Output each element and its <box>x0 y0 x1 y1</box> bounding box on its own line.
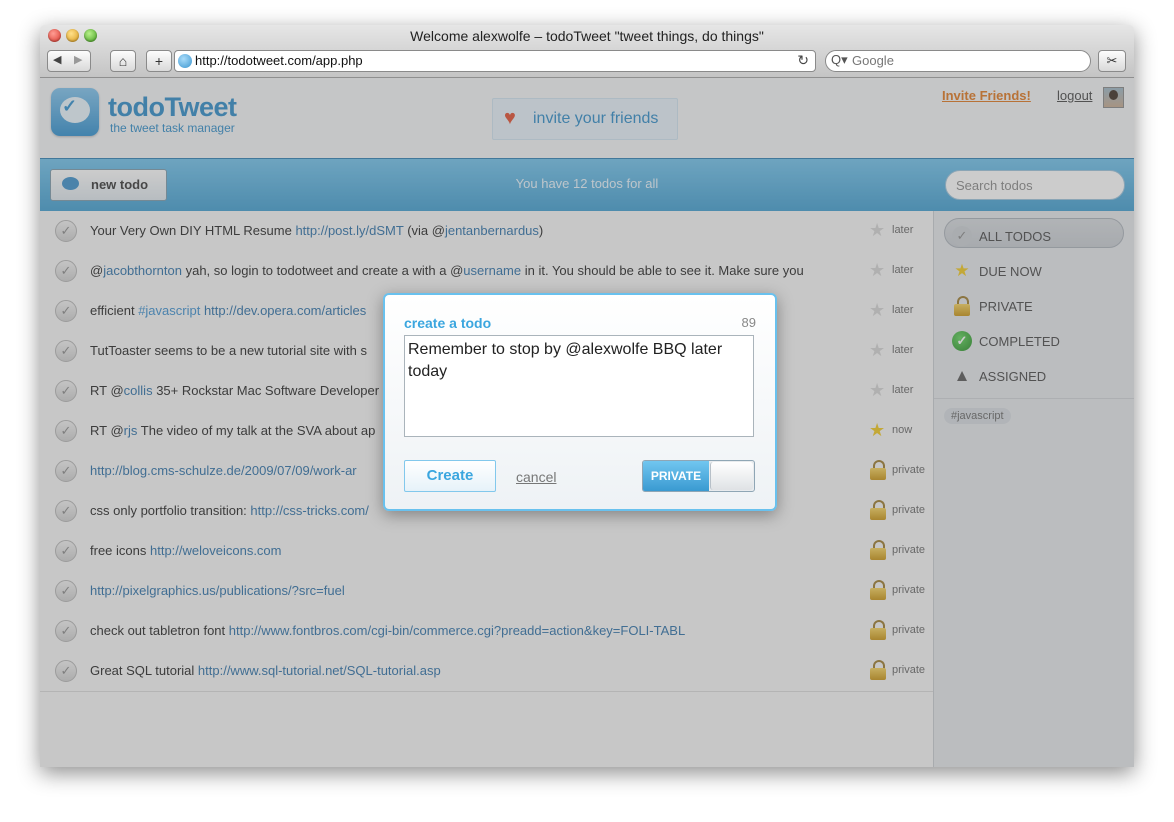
create-todo-dialog: create a todo 89 Create cancel PRIVATE <box>383 293 777 511</box>
search-icon[interactable]: Q▾ <box>831 52 848 68</box>
create-button[interactable]: Create <box>404 460 496 492</box>
reload-icon[interactable]: ↻ <box>797 52 809 69</box>
browser-window: Welcome alexwolfe – todoTweet "tweet thi… <box>40 25 1134 767</box>
browser-search-placeholder: Google <box>852 53 894 68</box>
address-bar[interactable]: http://todotweet.com/app.php ↻ <box>174 50 816 72</box>
window-title: Welcome alexwolfe – todoTweet "tweet thi… <box>410 28 764 44</box>
title-bar: Welcome alexwolfe – todoTweet "tweet thi… <box>40 25 1134 78</box>
private-toggle-label: PRIVATE <box>643 461 709 491</box>
url-text: http://todotweet.com/app.php <box>195 53 363 68</box>
add-bookmark-icon[interactable]: + <box>146 50 172 72</box>
site-favicon-icon <box>178 54 192 68</box>
back-forward-buttons: ◀ ▶ <box>47 50 91 72</box>
todo-text-input[interactable] <box>404 335 754 437</box>
character-count: 89 <box>741 315 756 330</box>
dialog-title: create a todo <box>404 315 492 331</box>
browser-search-field[interactable]: Q▾ Google <box>825 50 1091 72</box>
page-content: ✓ todoTweet the tweet task manager ♥ inv… <box>40 78 1134 767</box>
back-icon[interactable]: ◀ <box>53 53 61 66</box>
toggle-knob[interactable] <box>710 462 753 490</box>
snippet-icon[interactable]: ✂ <box>1098 50 1126 72</box>
private-toggle[interactable]: PRIVATE <box>642 460 755 492</box>
cancel-link[interactable]: cancel <box>516 469 556 485</box>
forward-icon[interactable]: ▶ <box>74 53 82 66</box>
home-icon[interactable]: ⌂ <box>110 50 136 72</box>
